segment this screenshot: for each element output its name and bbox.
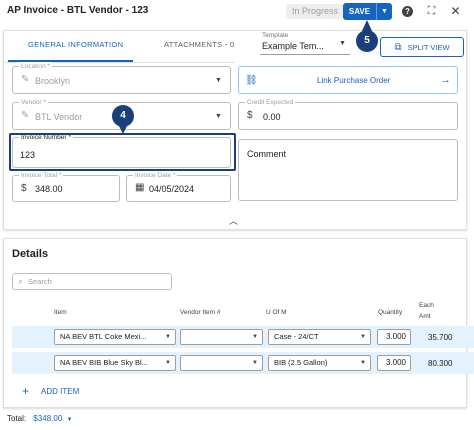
save-button[interactable]: SAVE ▼ — [343, 3, 392, 20]
link-purchase-order-label: Link Purchase Order — [317, 76, 391, 85]
search-input[interactable]: ⌕ Search — [12, 273, 172, 290]
page-title: AP Invoice - BTL Vendor - 123 — [7, 5, 149, 16]
comment-label: Comment — [247, 149, 287, 159]
save-dropdown-icon[interactable]: ▼ — [377, 8, 392, 15]
chevron-down-icon: ▼ — [252, 334, 258, 340]
template-underline — [260, 54, 350, 55]
quantity-input[interactable]: 3.000 — [377, 329, 411, 345]
chevron-down-icon: ▼ — [165, 334, 171, 340]
status-badge: In Progress — [286, 4, 345, 19]
item-select[interactable]: NA BEV BTL Coke Mexi... ▼ — [54, 329, 176, 345]
chevron-down-icon: ▼ — [252, 360, 258, 366]
total-footer: Total: $348.00 ▼ — [7, 414, 72, 423]
close-icon[interactable]: ✕ — [448, 4, 463, 19]
tab-attachments[interactable]: ATTACHMENTS - 0 — [164, 40, 234, 49]
details-card — [3, 238, 467, 408]
item-value: NA BEV BTL Coke Mexi... — [60, 332, 147, 341]
credit-expected-label: Credit Expected — [245, 98, 296, 107]
link-icon: ⛓ — [245, 75, 258, 86]
column-header-each-amt-line2: Amt — [419, 313, 431, 320]
uom-select[interactable]: Case - 24/CT ▼ — [268, 329, 371, 345]
calendar-icon[interactable]: ▦ — [135, 182, 144, 193]
item-select[interactable]: NA BEV BIB Blue Sky Bl... ▼ — [54, 355, 176, 371]
chevron-down-icon: ▼ — [360, 334, 366, 340]
template-label: Template — [262, 32, 289, 39]
dollar-icon: $ — [21, 183, 27, 194]
each-amt-value[interactable]: 80.300 — [428, 359, 452, 368]
add-item-label: ADD ITEM — [41, 386, 80, 396]
chevron-down-icon: ▼ — [165, 360, 171, 366]
search-icon: ⌕ — [18, 276, 24, 286]
invoice-date-label: Invoice Date * — [133, 171, 178, 180]
quantity-input[interactable]: 3.000 — [377, 355, 411, 371]
column-header-quantity: Quantity — [378, 309, 403, 316]
vendor-item-select[interactable]: ▼ — [180, 329, 263, 345]
callout-5: 5 — [356, 30, 378, 52]
details-title: Details — [12, 248, 49, 260]
add-item-button[interactable]: + ADD ITEM — [22, 384, 79, 398]
column-header-item: Item — [54, 309, 67, 316]
split-view-icon: ⧉ — [394, 41, 402, 53]
edit-location-icon[interactable]: ✎ — [21, 74, 29, 85]
vendor-label: Vendor * — [19, 98, 48, 107]
chevron-down-icon: ▼ — [360, 360, 366, 366]
vendor-item-select[interactable]: ▼ — [180, 355, 263, 371]
template-dropdown-icon[interactable]: ▼ — [339, 40, 346, 47]
invoice-date-value: 04/05/2024 — [149, 184, 195, 194]
invoice-number-highlight — [9, 133, 236, 171]
invoice-total-field[interactable]: Invoice Total * $ 348.00 — [12, 171, 120, 202]
save-button-label[interactable]: SAVE — [343, 3, 377, 20]
location-dropdown-icon[interactable]: ▼ — [215, 77, 222, 84]
total-value[interactable]: $348.00 — [33, 414, 62, 423]
split-view-button[interactable]: ⧉ SPLIT VIEW — [380, 37, 464, 57]
item-value: NA BEV BIB Blue Sky Bl... — [60, 358, 148, 367]
plus-icon: + — [22, 384, 30, 398]
callout-4: 4 — [112, 105, 134, 127]
location-value: Brooklyn — [35, 76, 71, 86]
location-label: Location * — [19, 62, 52, 71]
each-amt-value[interactable]: 35.700 — [428, 333, 452, 342]
column-header-each-amt-line1: Each — [419, 302, 434, 309]
credit-expected-value: 0.00 — [263, 112, 281, 122]
uom-value: BIB (2.5 Gallon) — [274, 358, 328, 367]
template-select[interactable]: Example Tem... — [262, 41, 324, 51]
column-header-vendor-item: Vendor Item # — [180, 309, 221, 316]
uom-select[interactable]: BIB (2.5 Gallon) ▼ — [268, 355, 371, 371]
total-label: Total: — [7, 414, 27, 423]
vendor-dropdown-icon[interactable]: ▼ — [215, 113, 222, 120]
dollar-icon: $ — [247, 110, 253, 121]
credit-expected-field[interactable]: Credit Expected $ 0.00 — [238, 98, 458, 130]
location-field[interactable]: Location * ✎ Brooklyn ▼ — [12, 62, 231, 94]
chevron-up-icon[interactable]: ︿ — [229, 214, 238, 227]
search-placeholder: Search — [28, 277, 52, 286]
arrow-right-icon: → — [440, 74, 451, 86]
help-icon[interactable]: ? — [400, 4, 415, 19]
fullscreen-icon[interactable]: ⛶ — [424, 4, 439, 19]
link-purchase-order-button[interactable]: ⛓ Link Purchase Order → — [238, 66, 458, 94]
vendor-value: BTL Vendor — [35, 112, 83, 122]
tab-general-information[interactable]: GENERAL INFORMATION — [28, 40, 123, 49]
uom-value: Case - 24/CT — [274, 332, 319, 341]
edit-vendor-icon[interactable]: ✎ — [21, 110, 29, 121]
chevron-down-icon[interactable]: ▼ — [67, 417, 73, 423]
comment-field[interactable]: Comment — [238, 139, 458, 201]
invoice-total-label: Invoice Total * — [19, 171, 64, 180]
split-view-label: SPLIT VIEW — [407, 42, 450, 52]
invoice-total-value: 348.00 — [35, 184, 63, 194]
column-header-uom: U Of M — [266, 309, 287, 316]
app-header: AP Invoice - BTL Vendor - 123 In Progres… — [0, 0, 474, 24]
invoice-date-field[interactable]: Invoice Date * ▦ 04/05/2024 — [126, 171, 231, 202]
